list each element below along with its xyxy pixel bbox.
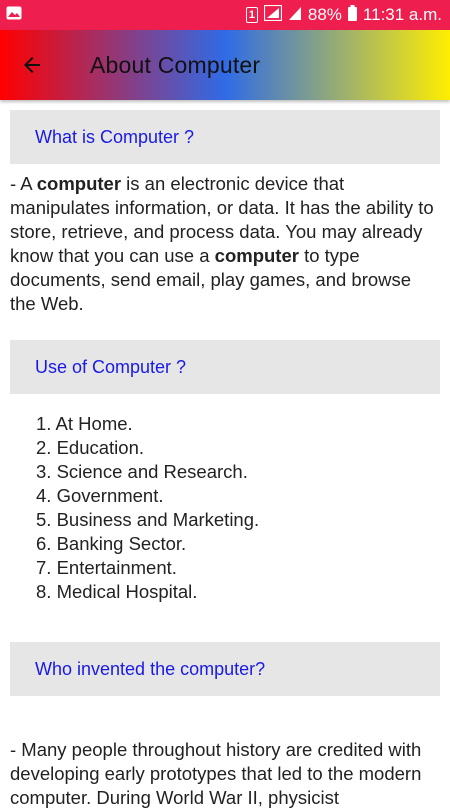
status-bar: 1 88% 11:31 a.m.	[0, 0, 450, 30]
section-header-who-invented: Who invented the computer?	[10, 642, 440, 696]
section-header-what-is-computer: What is Computer ?	[10, 110, 440, 164]
paragraph-what-is-computer: - A computer is an electronic device tha…	[10, 172, 440, 316]
list-item: 4. Government.	[36, 485, 164, 506]
para-text-prefix: - A	[10, 173, 37, 194]
app-bar: About Computer	[0, 30, 450, 100]
battery-percent: 88%	[307, 5, 342, 24]
list-item: 5. Business and Marketing.	[36, 509, 260, 530]
para-bold-term: computer	[36, 173, 122, 194]
gallery-notification-icon	[6, 5, 22, 25]
list-item: 2. Education.	[36, 437, 144, 458]
clock: 11:31 a.m.	[362, 5, 442, 24]
section-header-use-of-computer: Use of Computer ?	[10, 340, 440, 394]
sim-badge: 1	[245, 7, 258, 23]
list-item: 7. Entertainment.	[36, 557, 177, 578]
section-heading: What is Computer ?	[35, 126, 195, 147]
arrow-left-icon	[24, 57, 40, 73]
list-item: 3. Science and Research.	[36, 461, 248, 482]
list-item: 6. Banking Sector.	[36, 533, 187, 554]
section-heading: Who invented the computer?	[35, 658, 266, 679]
page-title: About Computer	[90, 51, 261, 78]
signal-icon-2	[288, 5, 302, 26]
list-item: 8. Medical Hospital.	[36, 581, 198, 602]
para-bold-term: computer	[214, 245, 299, 266]
signal-icon-1	[263, 4, 282, 26]
paragraph-who-invented: - Many people throughout history are cre…	[10, 739, 422, 808]
uses-list: 1. At Home. 2. Education. 3. Science and…	[10, 412, 440, 604]
back-button[interactable]	[18, 51, 46, 79]
section-heading: Use of Computer ?	[35, 356, 187, 377]
content: What is Computer ? - A computer is an el…	[0, 100, 450, 810]
battery-icon	[347, 4, 357, 26]
list-item: 1. At Home.	[36, 413, 133, 434]
